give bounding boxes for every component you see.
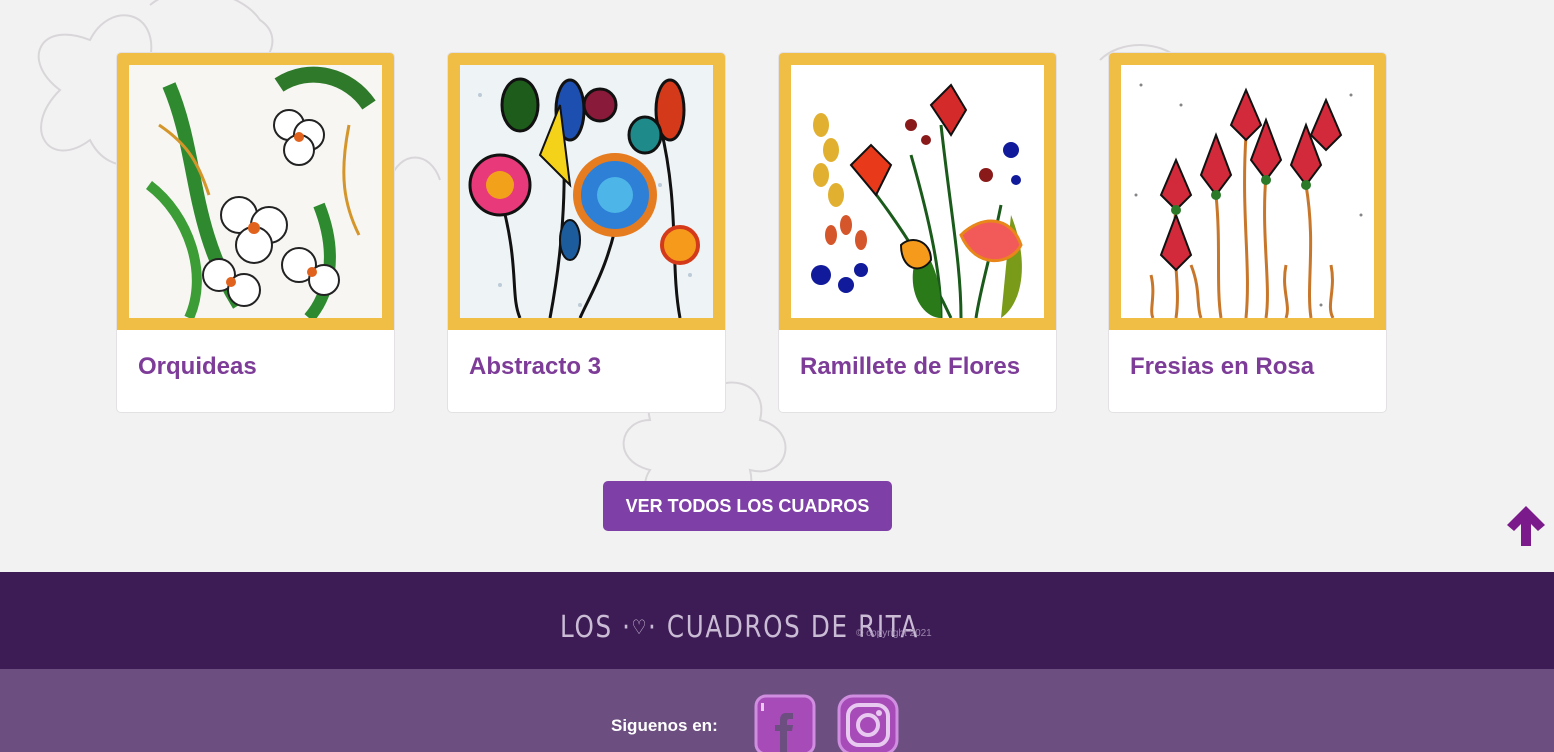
painting-title[interactable]: Orquideas — [138, 353, 257, 381]
painting-card-ramillete-de-flores[interactable]: Ramillete de Flores — [778, 52, 1057, 413]
painting-card-orquideas[interactable]: Orquideas — [116, 52, 395, 413]
instagram-icon[interactable] — [836, 693, 900, 752]
painting-image-orquideas[interactable] — [117, 53, 394, 330]
painting-image-fresias-en-rosa[interactable] — [1109, 53, 1386, 330]
arrow-up-icon[interactable] — [1503, 502, 1549, 548]
follow-us-label: Siguenos en: — [611, 716, 718, 735]
painting-card-abstracto-3[interactable]: Abstracto 3 — [447, 52, 726, 413]
copyright-text: © copyright 2021 — [856, 628, 932, 639]
painting-title[interactable]: Abstracto 3 — [469, 353, 601, 381]
painting-card-fresias-en-rosa[interactable]: Fresias en Rosa — [1108, 52, 1387, 413]
view-all-paintings-button[interactable]: VER TODOS LOS CUADROS — [603, 481, 892, 531]
heart-icon: ♡ — [631, 615, 648, 639]
painting-image-abstracto-3[interactable] — [448, 53, 725, 330]
painting-title[interactable]: Fresias en Rosa — [1130, 353, 1314, 381]
brand-text-part1: LOS · — [560, 610, 632, 645]
painting-image-ramillete-de-flores[interactable] — [779, 53, 1056, 330]
painting-title[interactable]: Ramillete de Flores — [800, 353, 1020, 381]
facebook-icon[interactable] — [753, 693, 817, 752]
